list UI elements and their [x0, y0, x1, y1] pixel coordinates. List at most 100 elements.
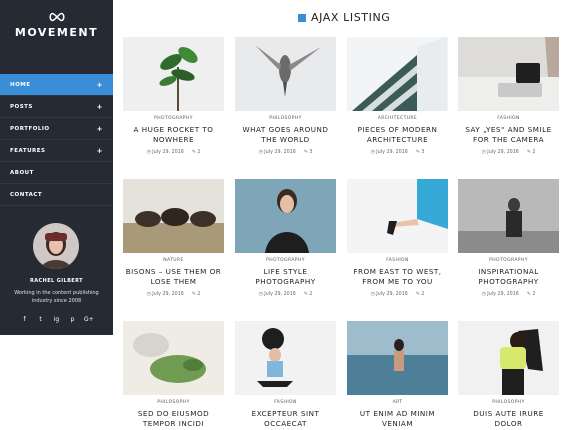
post-card[interactable]: PHOTOGRAPHY INSPIRATIONAL PHOTOGRAPHY ◷ …	[458, 179, 559, 297]
brand-logo[interactable]: MOVEMENT	[0, 12, 113, 39]
nav-item-portfolio[interactable]: PORTFOLIO +	[0, 118, 113, 140]
comment-icon[interactable]: ✎ 3	[304, 150, 313, 155]
clock-icon: ◷ July 29, 2016	[258, 150, 296, 155]
plus-icon[interactable]: +	[97, 125, 103, 133]
nav-label: PORTFOLIO	[10, 125, 50, 132]
post-category[interactable]: ART	[347, 400, 448, 405]
post-card[interactable]: FASHION EXCEPTEUR SINT OCCAECAT	[235, 321, 336, 429]
post-thumbnail[interactable]	[458, 321, 559, 395]
post-card[interactable]: PHILOSOPHY DUIS AUTE IRURE DOLOR	[458, 321, 559, 429]
post-category[interactable]: FASHION	[458, 116, 559, 121]
twitter-icon[interactable]: t	[36, 316, 45, 323]
post-meta: ◷ July 29, 2016 ✎ 2	[123, 150, 224, 155]
post-meta: ◷ July 29, 2016 ✎ 2	[458, 292, 559, 297]
post-title[interactable]: PIECES OF MODERN ARCHITECTURE	[347, 125, 448, 145]
post-category[interactable]: FASHION	[235, 400, 336, 405]
post-card[interactable]: PHOTOGRAPHY A HUGE ROCKET TO NOWHERE ◷ J…	[123, 37, 224, 155]
post-card[interactable]: ARCHITECTURE PIECES OF MODERN ARCHITECTU…	[347, 37, 448, 155]
post-category[interactable]: ARCHITECTURE	[347, 116, 448, 121]
post-thumbnail[interactable]	[123, 321, 224, 395]
plus-icon[interactable]: +	[97, 147, 103, 155]
post-title[interactable]: A HUGE ROCKET TO NOWHERE	[123, 125, 224, 145]
post-title[interactable]: BISONS – USE THEM OR LOSE THEM	[123, 267, 224, 287]
post-thumbnail[interactable]	[123, 179, 224, 253]
post-title[interactable]: INSPIRATIONAL PHOTOGRAPHY	[458, 267, 559, 287]
page-title: AJAX LISTING	[311, 11, 391, 24]
nav-label: FEATURES	[10, 147, 46, 154]
post-thumbnail[interactable]	[458, 179, 559, 253]
post-category[interactable]: NATURE	[123, 258, 224, 263]
post-thumbnail[interactable]	[347, 321, 448, 395]
post-title[interactable]: LIFE STYLE PHOTOGRAPHY	[235, 267, 336, 287]
post-card[interactable]: FASHION FROM EAST TO WEST, FROM ME TO YO…	[347, 179, 448, 297]
post-title[interactable]: SAY „YES" AND SMILE FOR THE CAMERA	[458, 125, 559, 145]
comment-icon[interactable]: ✎ 2	[527, 150, 536, 155]
nav-item-about[interactable]: ABOUT	[0, 162, 113, 184]
post-thumbnail[interactable]	[458, 37, 559, 111]
post-thumbnail[interactable]	[235, 179, 336, 253]
brand-name: MOVEMENT	[14, 26, 99, 39]
plus-icon[interactable]: +	[97, 103, 103, 111]
author-name: RACHEL GILBERT	[30, 278, 83, 284]
post-thumbnail[interactable]	[123, 37, 224, 111]
clock-icon: ◷ July 29, 2016	[370, 292, 408, 297]
clock-icon: ◷ July 29, 2016	[258, 292, 296, 297]
nav-label: HOME	[10, 81, 31, 88]
section-heading: AJAX LISTING	[298, 11, 390, 24]
post-category[interactable]: PHOTOGRAPHY	[123, 116, 224, 121]
sidebar: MOVEMENT HOME + POSTS + PORTFOLIO + FEATURE…	[0, 0, 113, 335]
post-card[interactable]: NATURE BISONS – USE THEM OR LOSE THEM ◷ …	[123, 179, 224, 297]
plus-icon[interactable]: +	[97, 81, 103, 89]
post-meta: ◷ July 29, 2016 ✎ 3	[235, 150, 336, 155]
author-avatar	[33, 223, 79, 269]
post-category[interactable]: FASHION	[347, 258, 448, 263]
clock-icon: ◷ July 29, 2016	[146, 292, 184, 297]
post-card[interactable]: PHILOSOPHY WHAT GOES AROUND THE WORLD ◷ …	[235, 37, 336, 155]
nav-item-posts[interactable]: POSTS +	[0, 96, 113, 118]
post-thumbnail[interactable]	[347, 179, 448, 253]
social-links: f t ig p G+	[0, 316, 113, 323]
clock-icon: ◷ July 29, 2016	[481, 292, 519, 297]
comment-icon[interactable]: ✎ 2	[304, 292, 313, 297]
post-title[interactable]: DUIS AUTE IRURE DOLOR	[458, 409, 559, 429]
post-category[interactable]: PHOTOGRAPHY	[235, 258, 336, 263]
post-meta: ◷ July 29, 2016 ✎ 3	[347, 150, 448, 155]
nav-item-features[interactable]: FEATURES +	[0, 140, 113, 162]
nav-item-contact[interactable]: CONTACT	[0, 184, 113, 206]
main-nav: HOME + POSTS + PORTFOLIO + FEATURES + ABOUT …	[0, 74, 113, 206]
post-title[interactable]: SED DO EIUSMOD TEMPOR INCIDI	[123, 409, 224, 429]
post-category[interactable]: PHILOSOPHY	[458, 400, 559, 405]
nav-label: POSTS	[10, 103, 33, 110]
author-bio: Working in the content publishing indust…	[14, 290, 99, 304]
nav-label: CONTACT	[10, 191, 43, 198]
comment-icon[interactable]: ✎ 2	[416, 292, 425, 297]
post-category[interactable]: PHILOSOPHY	[235, 116, 336, 121]
post-title[interactable]: EXCEPTEUR SINT OCCAECAT	[235, 409, 336, 429]
nav-label: ABOUT	[10, 169, 34, 176]
post-title[interactable]: FROM EAST TO WEST, FROM ME TO YOU	[347, 267, 448, 287]
nav-item-home[interactable]: HOME +	[0, 74, 113, 96]
infinity-icon	[48, 12, 65, 22]
post-category[interactable]: PHOTOGRAPHY	[458, 258, 559, 263]
comment-icon[interactable]: ✎ 2	[527, 292, 536, 297]
post-thumbnail[interactable]	[347, 37, 448, 111]
pinterest-icon[interactable]: p	[68, 316, 77, 323]
google-plus-icon[interactable]: G+	[84, 316, 94, 323]
instagram-icon[interactable]: ig	[52, 316, 61, 323]
post-meta: ◷ July 29, 2016 ✎ 2	[458, 150, 559, 155]
post-title[interactable]: WHAT GOES AROUND THE WORLD	[235, 125, 336, 145]
comment-icon[interactable]: ✎ 3	[416, 150, 425, 155]
comment-icon[interactable]: ✎ 2	[192, 150, 201, 155]
post-title[interactable]: UT ENIM AD MINIM VENIAM	[347, 409, 448, 429]
comment-icon[interactable]: ✎ 2	[192, 292, 201, 297]
post-card[interactable]: PHILOSOPHY SED DO EIUSMOD TEMPOR INCIDI	[123, 321, 224, 429]
post-thumbnail[interactable]	[235, 321, 336, 395]
post-category[interactable]: PHILOSOPHY	[123, 400, 224, 405]
post-card[interactable]: PHOTOGRAPHY LIFE STYLE PHOTOGRAPHY ◷ Jul…	[235, 179, 336, 297]
post-thumbnail[interactable]	[235, 37, 336, 111]
post-card[interactable]: ART UT ENIM AD MINIM VENIAM	[347, 321, 448, 429]
facebook-icon[interactable]: f	[20, 316, 29, 323]
post-card[interactable]: FASHION SAY „YES" AND SMILE FOR THE CAME…	[458, 37, 559, 155]
post-meta: ◷ July 29, 2016 ✎ 2	[123, 292, 224, 297]
clock-icon: ◷ July 29, 2016	[481, 150, 519, 155]
